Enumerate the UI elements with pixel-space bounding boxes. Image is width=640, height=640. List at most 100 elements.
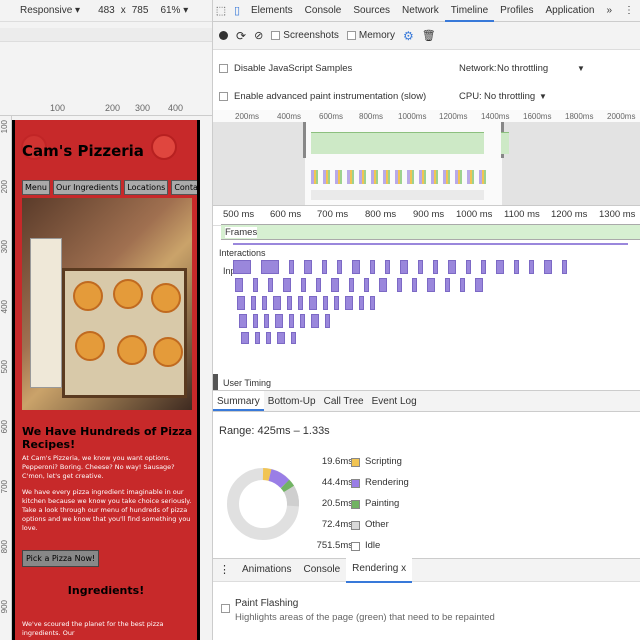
input-event-bar[interactable] xyxy=(345,296,353,310)
input-event-bar[interactable] xyxy=(397,278,402,292)
input-event-bar[interactable] xyxy=(337,260,342,274)
disable-js-checkbox[interactable] xyxy=(219,63,228,73)
input-event-bar[interactable] xyxy=(466,260,471,274)
tab-application[interactable]: Application xyxy=(540,0,601,22)
input-event-bar[interactable] xyxy=(418,260,423,274)
inspect-icon[interactable]: ⬚ xyxy=(213,0,229,22)
responsive-dropdown[interactable]: Responsive ▾ xyxy=(20,5,80,16)
input-event-bar[interactable] xyxy=(289,260,294,274)
chevron-down-icon[interactable]: ▼ xyxy=(539,92,547,101)
input-event-bar[interactable] xyxy=(544,260,552,274)
input-event-bar[interactable] xyxy=(331,278,339,292)
drawer-tab-console[interactable]: Console xyxy=(297,558,346,582)
input-event-bar[interactable] xyxy=(400,260,408,274)
input-event-bar[interactable] xyxy=(273,296,281,310)
height-input[interactable]: 785 xyxy=(132,5,149,16)
input-event-bar[interactable] xyxy=(300,314,305,328)
screenshots-checkbox[interactable] xyxy=(271,30,281,40)
input-event-bar[interactable] xyxy=(277,332,285,344)
input-event-bar[interactable] xyxy=(268,278,273,292)
timeline-overview[interactable]: 200ms 400ms 600ms 800ms 1000ms 1200ms 14… xyxy=(213,110,640,206)
input-event-bar[interactable] xyxy=(370,296,375,310)
cpu-throttle-select[interactable]: No throttling xyxy=(484,91,535,102)
width-input[interactable]: 483 xyxy=(98,5,115,16)
input-event-bar[interactable] xyxy=(287,296,292,310)
tab-elements[interactable]: Elements xyxy=(245,0,299,22)
input-event-bar[interactable] xyxy=(364,278,369,292)
reload-icon[interactable]: ⟳ xyxy=(236,29,246,43)
overview-handle-left[interactable] xyxy=(303,122,306,158)
input-event-bar[interactable] xyxy=(253,314,258,328)
media-query-bar[interactable] xyxy=(0,28,212,42)
tab-sources[interactable]: Sources xyxy=(347,0,396,22)
input-event-bar[interactable] xyxy=(266,332,271,344)
input-event-bar[interactable] xyxy=(235,278,243,292)
paint-flashing-checkbox[interactable] xyxy=(221,604,230,613)
zoom-dropdown[interactable]: 61% ▾ xyxy=(160,5,188,16)
input-event-bar[interactable] xyxy=(261,260,279,274)
input-event-bar[interactable] xyxy=(233,260,251,274)
input-event-bar[interactable] xyxy=(298,296,303,310)
input-event-bar[interactable] xyxy=(255,332,260,344)
tab-summary[interactable]: Summary xyxy=(213,391,264,411)
trash-icon[interactable]: 🗑 xyxy=(422,29,436,42)
interactions-label[interactable]: Interactions xyxy=(219,248,266,258)
input-event-bar[interactable] xyxy=(352,260,360,274)
frames-track[interactable]: Frames xyxy=(221,224,640,240)
input-event-bar[interactable] xyxy=(427,278,435,292)
record-icon[interactable] xyxy=(219,31,228,40)
input-event-bar[interactable] xyxy=(433,260,438,274)
input-event-bar[interactable] xyxy=(304,260,312,274)
input-event-bar[interactable] xyxy=(301,278,306,292)
pick-pizza-button[interactable]: Pick a Pizza Now! xyxy=(22,550,100,567)
tab-call-tree[interactable]: Call Tree xyxy=(320,391,368,411)
input-event-bar[interactable] xyxy=(325,314,330,328)
input-event-bar[interactable] xyxy=(289,314,294,328)
drawer-tab-animations[interactable]: Animations xyxy=(236,558,297,582)
input-event-bar[interactable] xyxy=(334,296,339,310)
nav-ingredients[interactable]: Our Ingredients xyxy=(52,180,122,195)
input-event-bar[interactable] xyxy=(283,278,291,292)
input-event-bar[interactable] xyxy=(237,296,245,310)
tab-bottom-up[interactable]: Bottom-Up xyxy=(264,391,320,411)
input-event-bar[interactable] xyxy=(460,278,465,292)
input-event-bar[interactable] xyxy=(481,260,486,274)
input-event-bar[interactable] xyxy=(349,278,354,292)
input-event-bar[interactable] xyxy=(241,332,249,344)
device-mode-icon[interactable]: ▯ xyxy=(229,0,245,22)
input-event-bar[interactable] xyxy=(529,260,534,274)
input-event-bar[interactable] xyxy=(322,260,327,274)
nav-contact[interactable]: Contact Us xyxy=(171,180,197,195)
tab-profiles[interactable]: Profiles xyxy=(494,0,539,22)
input-event-bar[interactable] xyxy=(239,314,247,328)
drawer-tab-rendering[interactable]: Rendering x xyxy=(346,557,413,583)
input-event-bar[interactable] xyxy=(475,278,483,292)
tab-console[interactable]: Console xyxy=(299,0,348,22)
input-event-bar[interactable] xyxy=(253,278,258,292)
input-event-bar[interactable] xyxy=(562,260,567,274)
chevron-down-icon[interactable]: ▼ xyxy=(577,64,585,73)
memory-checkbox[interactable] xyxy=(346,30,356,40)
track-resize-handle[interactable] xyxy=(213,374,218,390)
gear-icon[interactable]: ⚙ xyxy=(403,29,414,43)
input-event-bar[interactable] xyxy=(448,260,456,274)
nav-locations[interactable]: Locations xyxy=(124,180,169,195)
close-icon[interactable]: x xyxy=(401,563,406,574)
input-event-bar[interactable] xyxy=(311,314,319,328)
input-event-bar[interactable] xyxy=(412,278,417,292)
input-event-bar[interactable] xyxy=(379,278,387,292)
user-timing-label[interactable]: User Timing xyxy=(223,378,271,388)
tab-event-log[interactable]: Event Log xyxy=(368,391,421,411)
tab-network[interactable]: Network xyxy=(396,0,445,22)
input-event-bar[interactable] xyxy=(359,296,364,310)
nav-menu[interactable]: Menu xyxy=(22,180,50,195)
input-event-bar[interactable] xyxy=(445,278,450,292)
input-event-bar[interactable] xyxy=(496,260,504,274)
devtools-menu-icon[interactable]: ⋮ xyxy=(618,0,640,22)
input-event-bar[interactable] xyxy=(514,260,519,274)
input-event-bar[interactable] xyxy=(385,260,390,274)
tab-timeline[interactable]: Timeline xyxy=(444,0,495,22)
input-event-bar[interactable] xyxy=(309,296,317,310)
input-event-bar[interactable] xyxy=(262,296,267,310)
input-event-bar[interactable] xyxy=(251,296,256,310)
